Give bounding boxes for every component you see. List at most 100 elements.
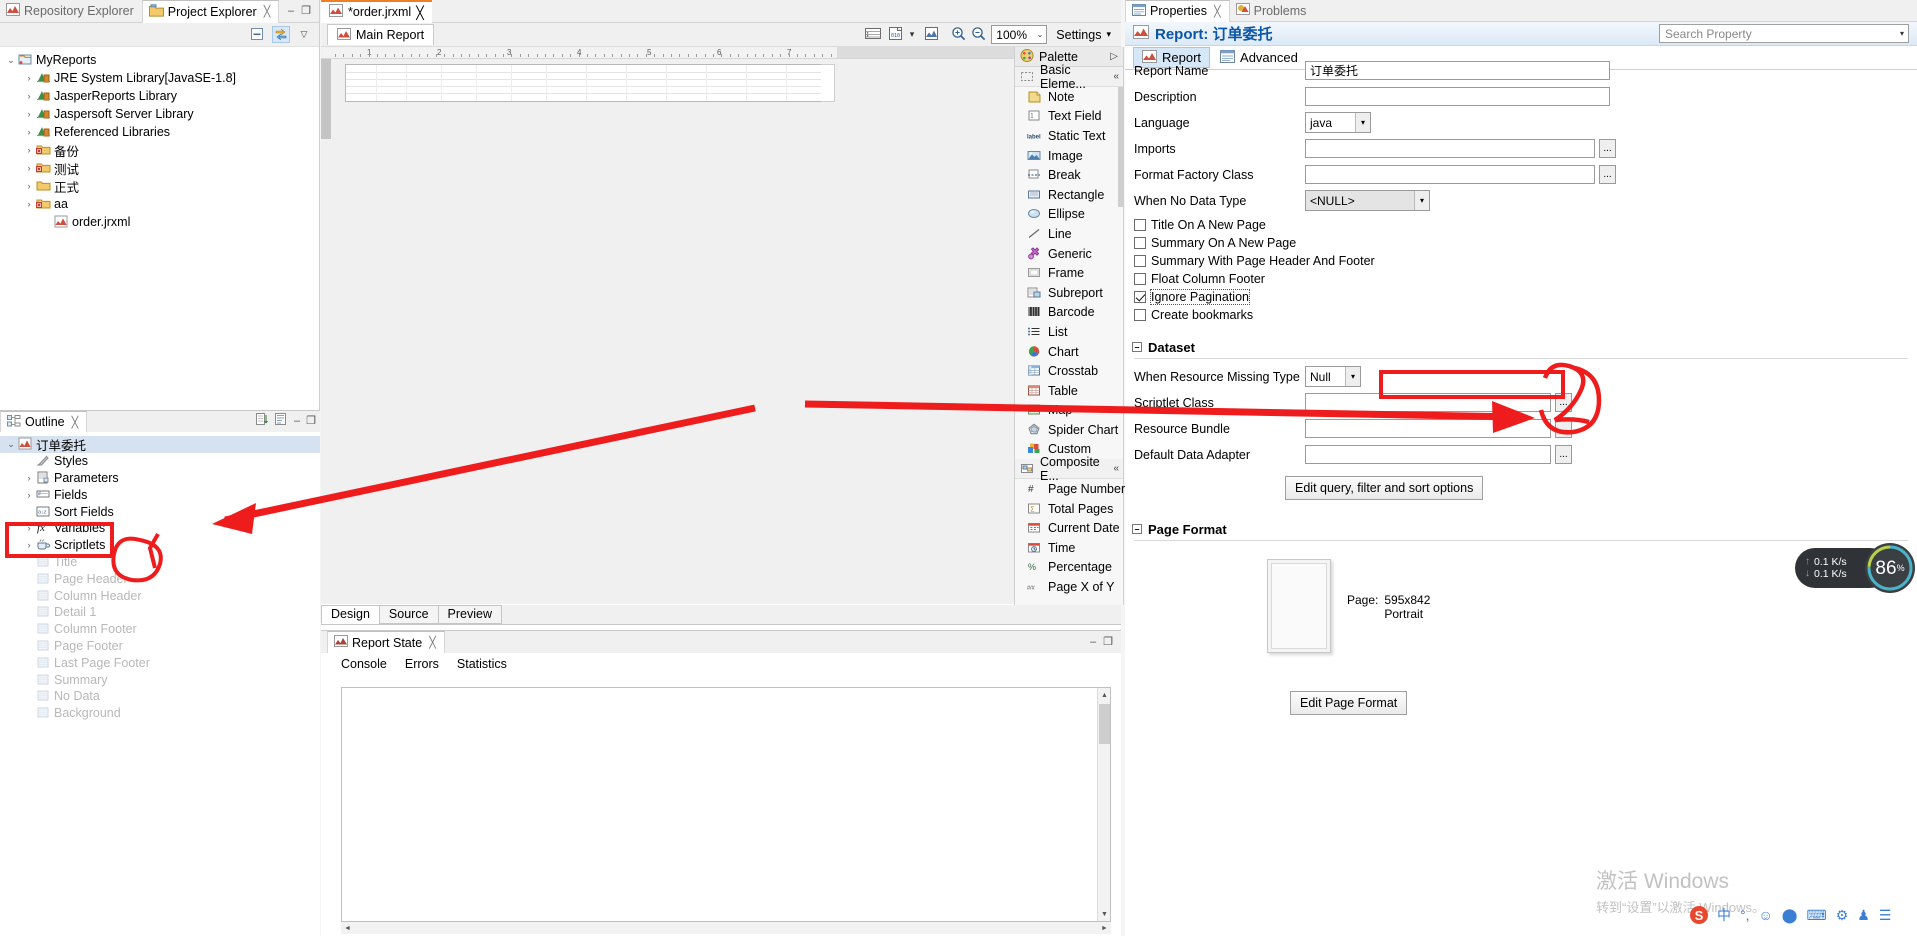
scriptlet-class-browse-button[interactable]: ... <box>1555 393 1572 412</box>
project-tree-item[interactable]: › 备份 <box>0 141 319 159</box>
grid-icon[interactable] <box>864 26 882 44</box>
resource-bundle-input[interactable] <box>1305 419 1551 438</box>
close-icon[interactable]: ╳ <box>416 5 424 20</box>
maximize-icon[interactable]: ❐ <box>306 414 316 427</box>
expand-arrow-icon[interactable]: › <box>22 91 36 101</box>
tab-project-explorer[interactable]: Project Explorer ╳ <box>141 0 280 23</box>
palette-item-page-x-of-y[interactable]: #/# Page X of Y <box>1015 577 1123 597</box>
palette-item-time[interactable]: Time <box>1015 538 1123 558</box>
checkbox-row-ignore-pagination[interactable]: Ignore Pagination <box>1125 288 1917 306</box>
chevron-down-icon[interactable]: ▾ <box>1900 29 1904 38</box>
tab-statistics[interactable]: Statistics <box>457 657 507 671</box>
collapse-all-button[interactable] <box>249 26 267 43</box>
palette-item-break[interactable]: Break <box>1015 165 1123 185</box>
expand-arrow-icon[interactable]: › <box>22 473 36 483</box>
tab-design[interactable]: Design <box>321 605 380 624</box>
checkbox-row-float-column-footer[interactable]: Float Column Footer <box>1125 270 1917 288</box>
tab-outline[interactable]: Outline ╳ <box>0 411 88 432</box>
outline-tree-item[interactable]: › # Fields <box>0 486 320 503</box>
expand-arrow-icon[interactable]: › <box>22 658 36 668</box>
palette-scrollbar[interactable] <box>1118 87 1123 207</box>
palette-item-subreport[interactable]: Subreport <box>1015 283 1123 303</box>
ime-toolbox-icon[interactable]: ⚙ <box>1836 907 1849 924</box>
create-bookmarks-checkbox[interactable] <box>1134 309 1146 321</box>
checkbox-row-create-bookmarks[interactable]: Create bookmarks <box>1125 306 1917 324</box>
outline-tree-item[interactable]: › Styles <box>0 453 320 470</box>
summary-with-page-header-and-footer-checkbox[interactable] <box>1134 255 1146 267</box>
horizontal-ruler[interactable]: 1234567891011 <box>321 47 1121 59</box>
main-report-tab[interactable]: Main Report <box>327 24 435 45</box>
minimize-icon[interactable]: – <box>288 6 294 17</box>
checkbox-row-summary-on-a-new-page[interactable]: Summary On A New Page <box>1125 234 1917 252</box>
palette-item-total-pages[interactable]: Σ Total Pages <box>1015 499 1123 519</box>
tab-source[interactable]: Source <box>378 605 439 624</box>
console-vertical-scrollbar[interactable]: ▲ ▼ <box>1097 688 1110 921</box>
resource-bundle-browse-button[interactable]: ... <box>1555 419 1572 438</box>
expand-arrow-icon[interactable]: › <box>22 456 36 466</box>
zoom-out-icon[interactable] <box>971 26 986 44</box>
float-column-footer-checkbox[interactable] <box>1134 273 1146 285</box>
outline-tree-item[interactable]: › Parameters <box>0 470 320 487</box>
outline-tree-item[interactable]: › Page Footer <box>0 638 320 655</box>
palette-item-current-date[interactable]: Current Date <box>1015 518 1123 538</box>
palette-item-rectangle[interactable]: Rectangle <box>1015 185 1123 205</box>
checkbox-row-summary-with-page-header-and-footer[interactable]: Summary With Page Header And Footer <box>1125 252 1917 270</box>
expand-arrow-icon[interactable]: › <box>22 127 36 137</box>
expand-arrow-icon[interactable]: › <box>22 675 36 685</box>
project-tree-item[interactable]: › 正式 <box>0 177 319 195</box>
palette-item-map[interactable]: Map <box>1015 401 1123 421</box>
chevron-right-icon[interactable]: ▷ <box>1110 51 1118 62</box>
scriptlet-class-input[interactable] <box>1305 393 1551 412</box>
ime-voice-icon[interactable]: ⬤ <box>1782 907 1798 924</box>
palette-item-list[interactable]: List <box>1015 322 1123 342</box>
expand-arrow-icon[interactable]: › <box>22 540 36 550</box>
expand-arrow-icon[interactable]: › <box>22 624 36 634</box>
palette-item-chart[interactable]: Chart <box>1015 342 1123 362</box>
when-no-data-type-select[interactable]: <NULL> ▾ <box>1305 190 1430 211</box>
outline-tree-item[interactable]: › fx Variables <box>0 520 320 537</box>
expand-arrow-icon[interactable]: › <box>22 73 36 83</box>
palette-item-spider-chart[interactable]: Spider Chart <box>1015 420 1123 440</box>
collapse-icon[interactable]: « <box>1113 71 1119 82</box>
scrollbar-thumb[interactable] <box>1099 704 1110 744</box>
ignore-pagination-checkbox[interactable] <box>1134 291 1146 303</box>
link-editor-button[interactable] <box>272 26 290 43</box>
expand-arrow-icon[interactable]: ⌄ <box>4 439 18 450</box>
collapse-icon[interactable]: « <box>1113 463 1119 474</box>
expand-arrow-icon[interactable]: › <box>22 490 36 500</box>
expand-arrow-icon[interactable]: › <box>22 199 36 209</box>
cpu-gauge[interactable]: 86 % <box>1865 543 1915 593</box>
expand-arrow-icon[interactable]: › <box>22 109 36 119</box>
palette-item-percentage[interactable]: % Percentage <box>1015 558 1123 578</box>
title-on-a-new-page-checkbox[interactable] <box>1134 219 1146 231</box>
expand-arrow-icon[interactable]: › <box>22 145 36 155</box>
palette-section-header[interactable]: Basic Eleme... « <box>1015 63 1123 91</box>
outline-tree-item[interactable]: › Summary <box>0 671 320 688</box>
minimize-icon[interactable]: – <box>294 415 300 427</box>
zoom-in-icon[interactable] <box>951 26 966 44</box>
project-tree-item[interactable]: › JRE System Library [JavaSE-1.8] <box>0 69 319 87</box>
project-tree-item[interactable]: › 测试 <box>0 159 319 177</box>
close-icon[interactable]: ╳ <box>72 416 79 429</box>
expand-arrow-icon[interactable]: › <box>22 591 36 601</box>
tab-repository-explorer[interactable]: Repository Explorer <box>0 0 142 23</box>
outline-tree-item[interactable]: ⌄ 订单委托 <box>0 436 320 453</box>
outline-tree-item[interactable]: › Title <box>0 554 320 571</box>
palette-item-generic[interactable]: Generic <box>1015 244 1123 264</box>
default-data-adapter-browse-button[interactable]: ... <box>1555 445 1572 464</box>
language-select[interactable]: java ▾ <box>1305 112 1371 133</box>
preview-icon[interactable] <box>923 26 940 44</box>
minimize-icon[interactable]: – <box>1090 637 1096 648</box>
view-menu-button[interactable]: ▽ <box>295 26 313 43</box>
edit-page-format-button[interactable]: Edit Page Format <box>1290 691 1408 715</box>
outline-tree-item[interactable]: › Detail 1 <box>0 604 320 621</box>
project-tree-item[interactable]: ⌄ MyReports <box>0 51 319 69</box>
tab-order-jrxml[interactable]: *order.jrxml ╳ <box>321 0 432 23</box>
project-tree-item[interactable]: › Jaspersoft Server Library <box>0 105 319 123</box>
sogou-ime-icon[interactable]: S <box>1690 906 1708 924</box>
close-icon[interactable]: ╳ <box>264 5 271 18</box>
format-factory-class-input[interactable] <box>1305 165 1595 184</box>
tab-properties[interactable]: Properties ╳ <box>1125 0 1230 22</box>
settings-button[interactable]: Settings ▾ <box>1052 28 1115 42</box>
palette-item-line[interactable]: Line <box>1015 224 1123 244</box>
